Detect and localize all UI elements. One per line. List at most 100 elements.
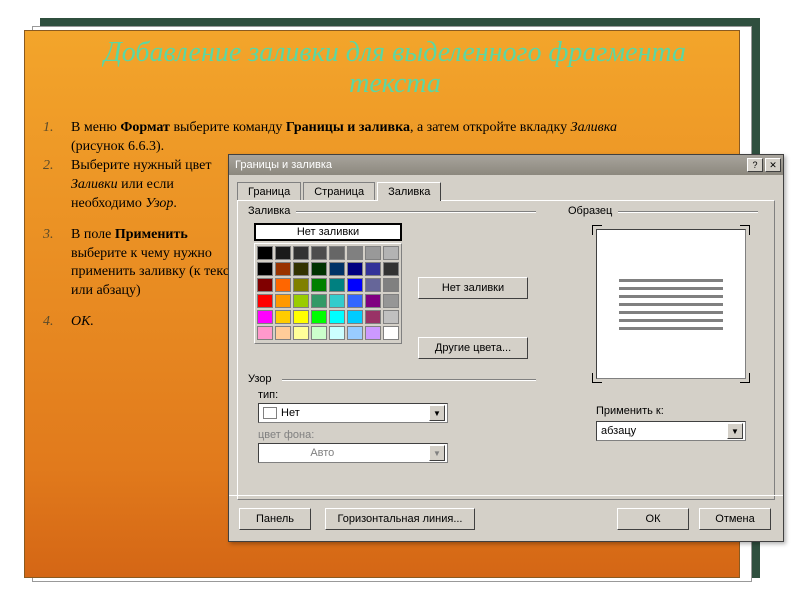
dialog-tabs: Граница Страница Заливка	[229, 175, 783, 200]
step-number: 1.	[43, 119, 54, 138]
bg-color-value: Авто	[310, 447, 334, 459]
help-button[interactable]: ?	[747, 158, 763, 172]
color-palette	[254, 243, 402, 344]
apply-to-label: Применить к:	[596, 405, 664, 417]
color-swatch[interactable]	[293, 326, 309, 340]
color-swatch[interactable]	[275, 310, 291, 324]
color-swatch[interactable]	[347, 310, 363, 324]
no-fill-swatch[interactable]: Нет заливки	[254, 223, 402, 241]
color-swatch[interactable]	[383, 278, 399, 292]
type-label: тип:	[258, 389, 278, 401]
apply-to-dropdown[interactable]: абзацу ▼	[596, 421, 746, 441]
color-swatch[interactable]	[275, 262, 291, 276]
color-swatch[interactable]	[365, 326, 381, 340]
color-swatch[interactable]	[275, 278, 291, 292]
color-swatch[interactable]	[347, 262, 363, 276]
other-colors-button[interactable]: Другие цвета...	[418, 337, 528, 359]
chevron-down-icon: ▼	[429, 445, 445, 461]
color-swatch[interactable]	[257, 294, 273, 308]
color-swatch[interactable]	[347, 326, 363, 340]
color-swatch[interactable]	[329, 278, 345, 292]
pattern-type-dropdown[interactable]: Нет ▼	[258, 403, 448, 423]
fill-group-label: Заливка	[248, 205, 290, 217]
color-swatch[interactable]	[293, 246, 309, 260]
divider	[296, 211, 536, 213]
step-number: 2.	[43, 157, 54, 176]
color-swatch[interactable]	[257, 310, 273, 324]
divider	[618, 211, 758, 213]
slide-title: Добавление заливки для выделенного фрагм…	[85, 37, 705, 100]
color-swatch[interactable]	[365, 310, 381, 324]
color-swatch[interactable]	[311, 278, 327, 292]
color-swatch[interactable]	[383, 294, 399, 308]
step-number: 3.	[43, 226, 54, 245]
color-swatch[interactable]	[383, 262, 399, 276]
color-swatch[interactable]	[365, 246, 381, 260]
cancel-button[interactable]: Отмена	[699, 508, 771, 530]
divider	[282, 379, 536, 381]
color-swatch[interactable]	[329, 294, 345, 308]
preview-box	[596, 229, 746, 379]
color-swatch[interactable]	[311, 310, 327, 324]
tab-border[interactable]: Граница	[237, 182, 301, 201]
crop-mark-icon	[592, 373, 602, 383]
dialog-titlebar[interactable]: Границы и заливка ? ✕	[229, 155, 783, 175]
instruction-step-4: 4. ОК.	[71, 313, 245, 332]
color-swatch[interactable]	[275, 294, 291, 308]
color-swatch[interactable]	[347, 246, 363, 260]
tab-fill-panel: Заливка Нет заливки Нет заливки Другие ц…	[237, 200, 775, 500]
instruction-steps-rest: 2. Выберите нужный цвет Заливки или если…	[37, 157, 245, 344]
color-swatch[interactable]	[275, 326, 291, 340]
close-button[interactable]: ✕	[765, 158, 781, 172]
pattern-type-value: Нет	[281, 407, 300, 419]
color-swatch[interactable]	[347, 278, 363, 292]
color-swatch[interactable]	[275, 246, 291, 260]
color-swatch[interactable]	[311, 326, 327, 340]
dialog-title: Границы и заливка	[235, 159, 745, 171]
chevron-down-icon: ▼	[429, 405, 445, 421]
color-swatch[interactable]	[383, 246, 399, 260]
color-swatch[interactable]	[257, 326, 273, 340]
color-swatch[interactable]	[293, 262, 309, 276]
crop-mark-icon	[740, 225, 750, 235]
color-swatch[interactable]	[311, 246, 327, 260]
color-swatch[interactable]	[329, 310, 345, 324]
no-fill-button[interactable]: Нет заливки	[418, 277, 528, 299]
toolbar-button[interactable]: Панель	[239, 508, 311, 530]
tab-page[interactable]: Страница	[303, 182, 375, 201]
color-swatch[interactable]	[311, 262, 327, 276]
color-swatch[interactable]	[257, 278, 273, 292]
color-swatch[interactable]	[311, 294, 327, 308]
color-swatch[interactable]	[257, 262, 273, 276]
color-swatch[interactable]	[365, 262, 381, 276]
color-swatch[interactable]	[293, 310, 309, 324]
dialog-button-bar: Панель Горизонтальная линия... ОК Отмена	[229, 495, 783, 541]
preview-lines-icon	[619, 274, 723, 335]
instruction-step-3: 3. В поле Применить выберите к чему нужн…	[71, 226, 245, 302]
color-swatch[interactable]	[383, 310, 399, 324]
instruction-step-2: 2. Выберите нужный цвет Заливки или если…	[71, 157, 245, 214]
crop-mark-icon	[740, 373, 750, 383]
color-swatch[interactable]	[365, 278, 381, 292]
color-swatch[interactable]	[293, 278, 309, 292]
borders-shading-dialog: Границы и заливка ? ✕ Граница Страница З…	[228, 154, 784, 542]
apply-to-value: абзацу	[601, 425, 636, 437]
step-number: 4.	[43, 313, 54, 332]
preview-group-label: Образец	[568, 205, 612, 217]
pattern-swatch-icon	[263, 407, 277, 419]
color-swatch[interactable]	[329, 262, 345, 276]
ok-button[interactable]: ОК	[617, 508, 689, 530]
bg-color-label: цвет фона:	[258, 429, 314, 441]
crop-mark-icon	[592, 225, 602, 235]
chevron-down-icon: ▼	[727, 423, 743, 439]
color-swatch[interactable]	[365, 294, 381, 308]
bg-color-dropdown: Авто ▼	[258, 443, 448, 463]
color-swatch[interactable]	[329, 246, 345, 260]
tab-fill[interactable]: Заливка	[377, 182, 441, 201]
color-swatch[interactable]	[257, 246, 273, 260]
color-swatch[interactable]	[329, 326, 345, 340]
color-swatch[interactable]	[347, 294, 363, 308]
color-swatch[interactable]	[383, 326, 399, 340]
horizontal-line-button[interactable]: Горизонтальная линия...	[325, 508, 475, 530]
color-swatch[interactable]	[293, 294, 309, 308]
